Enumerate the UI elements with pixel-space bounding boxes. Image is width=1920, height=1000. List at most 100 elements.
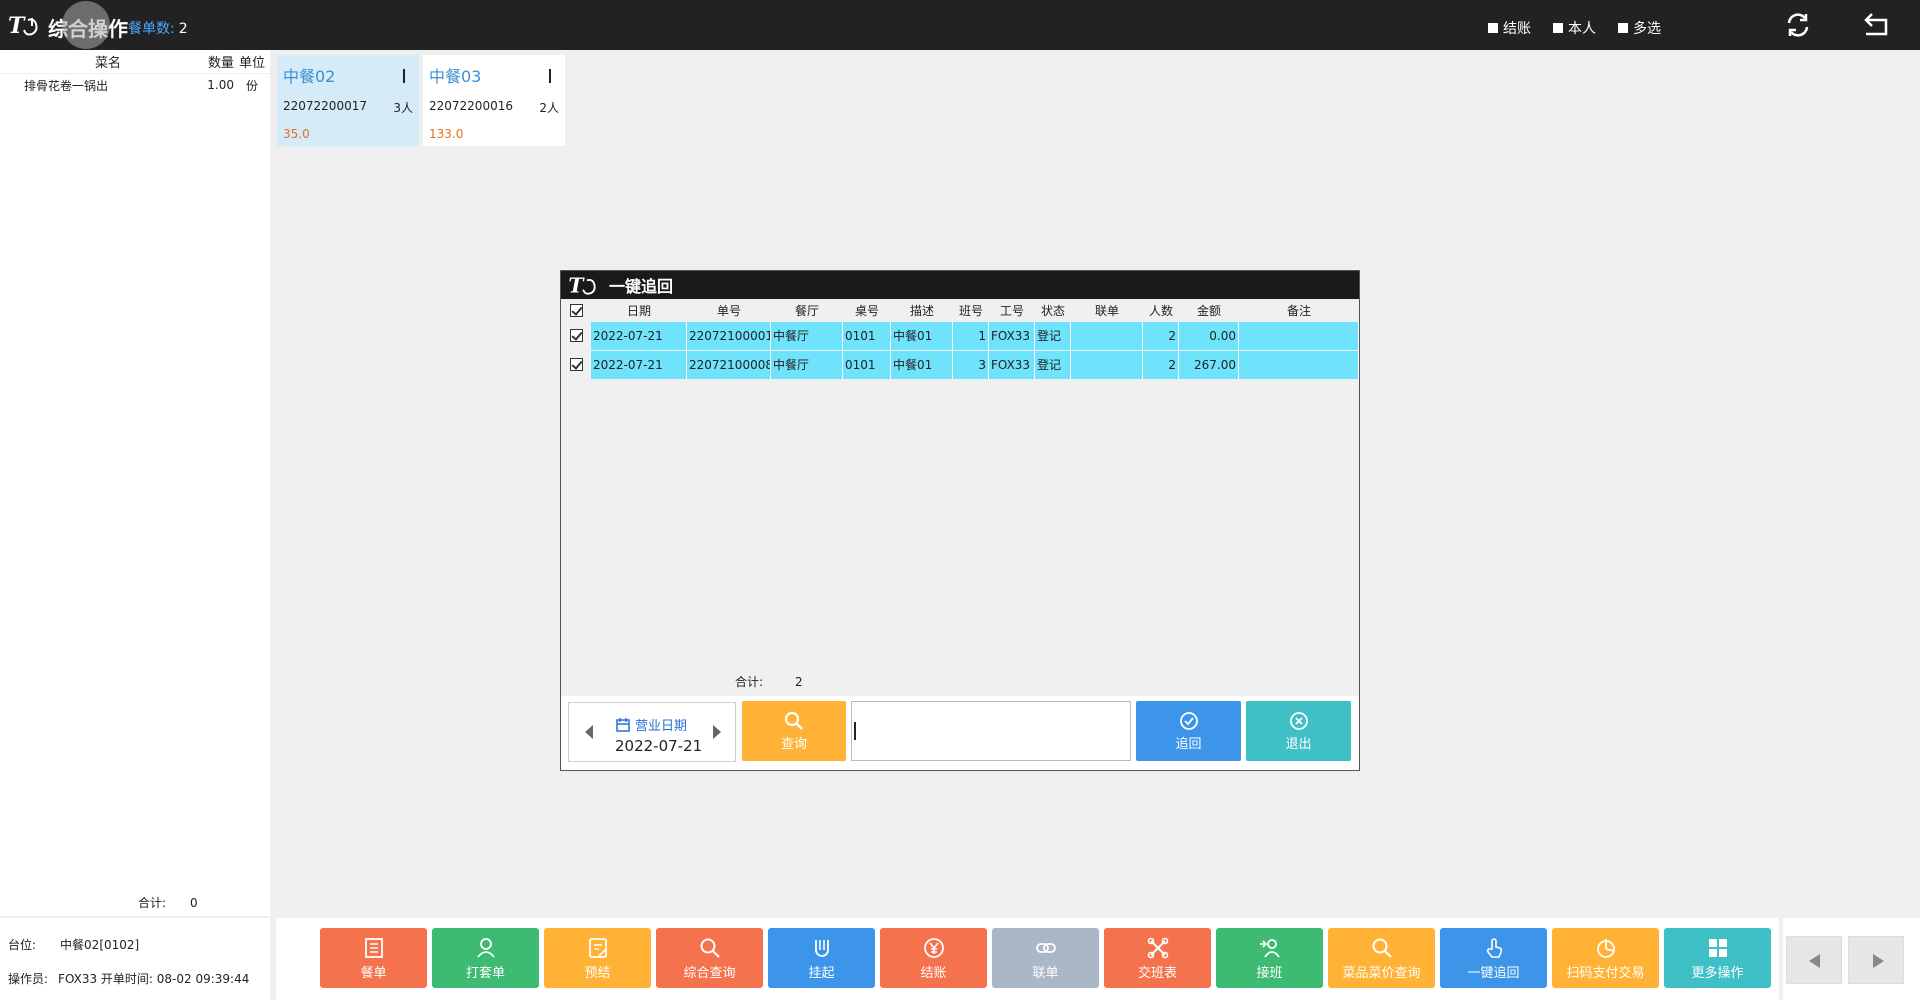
col-status: 状态 [1040, 303, 1065, 318]
dish-name: 排骨花卷一锅出 [24, 78, 109, 93]
card-name: 中餐02 [283, 67, 336, 86]
cell-linked [1071, 350, 1143, 379]
card-number: 22072200017 [283, 99, 367, 113]
calendar-icon [616, 717, 630, 732]
option-multi-checkbox[interactable]: 多选 [1618, 18, 1661, 38]
exit-button[interactable]: 退出 [1246, 701, 1351, 761]
option-settle-checkbox[interactable]: 结账 [1488, 18, 1531, 38]
table-card-2[interactable]: 中餐03 22072200016 2人 133.0 [423, 55, 565, 146]
cell-restaurant: 中餐厅 [771, 321, 843, 350]
print-set-button[interactable]: 打套单 [432, 928, 539, 988]
items-header: 菜名 数量 单位 [0, 50, 270, 74]
option-label: 多选 [1633, 21, 1661, 37]
row-checkbox[interactable] [561, 321, 591, 350]
arrow-right-icon [1873, 954, 1884, 968]
table-row[interactable]: 2022-07-21 22072100008 中餐厅 0101 中餐01 3 F… [561, 350, 1359, 379]
app-logo: T [568, 273, 596, 297]
query-label: 查询 [780, 737, 807, 752]
cell-shift: 3 [953, 350, 989, 379]
col-dish-name: 菜名 [94, 56, 121, 71]
link-icon [1035, 943, 1056, 953]
recall-table: 日期 单号 餐厅 桌号 描述 班号 工号 状态 联单 人数 金额 备注 2022… [561, 299, 1359, 379]
prev-page-button[interactable] [1786, 936, 1842, 984]
cell-restaurant: 中餐厅 [771, 350, 843, 379]
bottom-toolbar: 餐单 打套单 预结 综合查询 挂起 结账 联单 交班表 接班 菜品菜价查询 一键… [276, 918, 1779, 1000]
cell-people: 2 [1143, 321, 1179, 350]
hold-icon [814, 940, 829, 957]
cell-amount: 267.00 [1179, 350, 1239, 379]
take-shift-button[interactable]: 接班 [1216, 928, 1323, 988]
button-label: 菜品菜价查询 [1342, 966, 1421, 981]
query-button[interactable]: 查询 [742, 701, 846, 761]
row-checkbox[interactable] [561, 350, 591, 379]
button-label: 预结 [584, 966, 611, 981]
more-operations-button[interactable]: 更多操作 [1664, 928, 1771, 988]
total-label: 合计: [138, 896, 167, 910]
refresh-icon[interactable] [1783, 10, 1813, 40]
settle-button[interactable]: 结账 [880, 928, 987, 988]
table-card-1[interactable]: 中餐02 22072200017 3人 35.0 [277, 55, 419, 146]
back-icon[interactable] [1862, 10, 1892, 40]
page-nav [1783, 918, 1920, 1000]
search-input[interactable] [851, 701, 1131, 761]
cell-date: 2022-07-21 [591, 321, 687, 350]
cell-description: 中餐01 [891, 321, 953, 350]
recall-label: 追回 [1175, 737, 1202, 752]
handover-report-button[interactable]: 交班表 [1104, 928, 1211, 988]
button-label: 结账 [920, 966, 947, 981]
business-date-picker: 营业日期 2022-07-21 [568, 702, 736, 762]
cell-employee: FOX33 [989, 350, 1035, 379]
card-marker [403, 69, 405, 83]
cell-linked [1071, 321, 1143, 350]
pre-settle-button[interactable]: 预结 [544, 928, 651, 988]
select-all-checkbox[interactable] [561, 303, 591, 317]
order-list-button[interactable]: 餐单 [320, 928, 427, 988]
dish-qty: 1.00 [207, 78, 234, 92]
scan-pay-button[interactable]: 扫码支付交易 [1552, 928, 1659, 988]
hold-button[interactable]: 挂起 [768, 928, 875, 988]
link-order-button[interactable]: 联单 [992, 928, 1099, 988]
order-count-value: 2 [178, 21, 188, 37]
cell-note [1239, 350, 1359, 379]
cell-people: 2 [1143, 350, 1179, 379]
cell-note [1239, 321, 1359, 350]
prev-date-arrow-icon[interactable] [585, 725, 593, 739]
cell-description: 中餐01 [891, 350, 953, 379]
button-label: 更多操作 [1691, 966, 1744, 981]
cell-employee: FOX33 [989, 321, 1035, 350]
button-label: 打套单 [465, 966, 505, 981]
col-amount: 金额 [1196, 303, 1221, 318]
option-label: 本人 [1568, 21, 1596, 37]
search-icon [1372, 938, 1392, 958]
button-label: 联单 [1032, 966, 1059, 981]
col-description: 描述 [909, 303, 934, 318]
next-page-button[interactable] [1848, 936, 1904, 984]
option-self-checkbox[interactable]: 本人 [1553, 18, 1596, 38]
one-click-recall-button[interactable]: 一键追回 [1440, 928, 1547, 988]
table-value: 中餐02[0102] [60, 938, 140, 952]
card-name: 中餐03 [429, 67, 482, 86]
cell-date: 2022-07-21 [591, 350, 687, 379]
list-item[interactable]: 排骨花卷一锅出 1.00 份 [0, 74, 270, 96]
recall-button[interactable]: 追回 [1136, 701, 1241, 761]
svg-text:T: T [568, 273, 585, 297]
checkbox-icon [1488, 23, 1498, 33]
order-count: 餐单数: 2 [128, 18, 188, 38]
col-unit: 单位 [238, 56, 265, 71]
date-value[interactable]: 2022-07-21 [615, 737, 702, 755]
option-label: 结账 [1503, 21, 1531, 37]
dish-unit: 份 [245, 78, 258, 93]
dish-price-query-button[interactable]: 菜品菜价查询 [1328, 928, 1435, 988]
checkbox-icon [1553, 23, 1563, 33]
total-value: 0 [190, 896, 198, 910]
table-row[interactable]: 2022-07-21 22072100001 中餐厅 0101 中餐01 1 F… [561, 321, 1359, 350]
dialog-total: 合计: 2 [735, 673, 803, 690]
handover-icon [1147, 937, 1168, 959]
cell-status: 登记 [1035, 350, 1071, 379]
checkbox-icon [569, 358, 583, 371]
general-query-button[interactable]: 综合查询 [656, 928, 763, 988]
touch-icon [1486, 938, 1502, 958]
card-amount: 133.0 [429, 127, 464, 141]
cell-shift: 1 [953, 321, 989, 350]
next-date-arrow-icon[interactable] [713, 725, 721, 739]
